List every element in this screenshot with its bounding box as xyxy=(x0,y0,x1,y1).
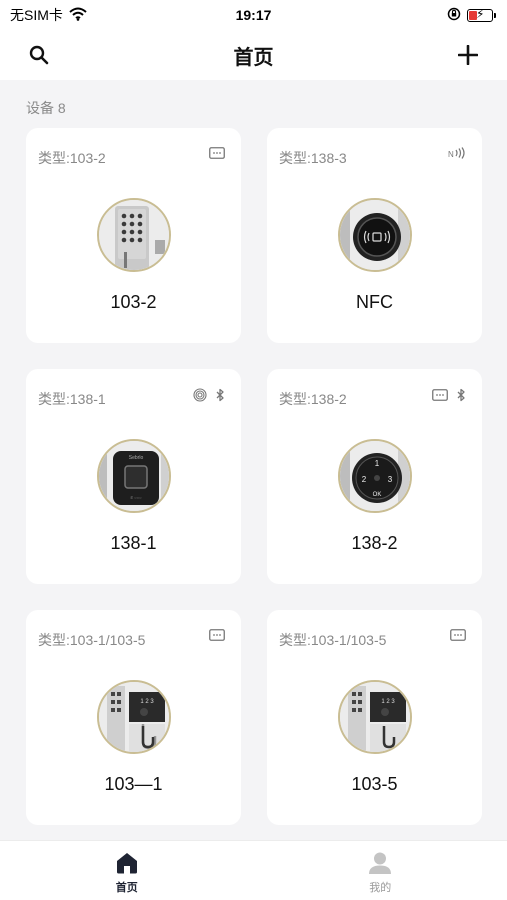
person-icon xyxy=(369,852,392,874)
add-device-button[interactable] xyxy=(451,38,485,72)
keypad-icon xyxy=(432,389,448,401)
bluetooth-icon xyxy=(216,388,224,402)
svg-text:Ë ○○○: Ë ○○○ xyxy=(130,495,142,500)
device-image-dial-lock: 1 2 3 OK xyxy=(338,439,412,513)
device-image-side-keypad-lock: 1 2 3 xyxy=(338,680,412,754)
svg-text:OK: OK xyxy=(373,492,382,498)
search-icon xyxy=(29,45,49,65)
device-image-fingerprint-lock: Sebrlo Ë ○○○ xyxy=(97,439,171,513)
svg-text:1: 1 xyxy=(375,459,380,468)
device-name: 103-2 xyxy=(110,292,157,312)
device-card[interactable]: 类型:138-2 1 2 3 OK 138-2 xyxy=(267,369,482,584)
device-capability-icons xyxy=(432,388,466,402)
device-card[interactable]: 类型:103-1/103-5 1 2 3 103-5 xyxy=(267,610,482,825)
status-bar: 无SIM卡 19:17 ⚡ xyxy=(0,0,507,30)
tab-bar: 首页 我的 xyxy=(0,840,507,900)
device-type: 类型:103-1/103-5 xyxy=(38,632,146,648)
device-card[interactable]: 类型:103-1/103-5 1 2 3 103—1 xyxy=(26,610,241,825)
svg-text:1 2 3: 1 2 3 xyxy=(381,699,395,705)
nfc-icon: N xyxy=(448,147,465,159)
device-grid: 类型:103-2 103-2 类型:138-3 N NFC 类型:138-1 S… xyxy=(26,128,482,825)
device-name: NFC xyxy=(356,292,393,312)
device-card[interactable]: 类型:138-1 Sebrlo Ë ○○○ 138-1 xyxy=(26,369,241,584)
status-right: ⚡ xyxy=(447,6,496,24)
device-type: 类型:138-2 xyxy=(279,391,347,407)
device-capability-icons: N xyxy=(448,147,466,159)
device-name: 138-1 xyxy=(110,533,157,553)
device-image-keypad-lock xyxy=(97,198,171,272)
status-left: 无SIM卡 xyxy=(10,5,87,25)
charging-bolt-icon: ⚡ xyxy=(476,6,485,21)
device-card[interactable]: 类型:138-3 N NFC xyxy=(267,128,482,343)
keypad-icon xyxy=(209,629,225,641)
battery-icon: ⚡ xyxy=(467,6,496,22)
keypad-icon xyxy=(450,629,466,641)
nav-bar: 首页 xyxy=(0,30,507,80)
device-type: 类型:103-1/103-5 xyxy=(279,632,387,648)
device-capability-icons xyxy=(209,629,225,641)
tab-home-label: 首页 xyxy=(115,882,138,894)
orientation-lock-icon xyxy=(447,7,461,24)
tab-mine-label: 我的 xyxy=(369,882,392,894)
tab-mine[interactable]: 我的 xyxy=(254,841,507,900)
home-icon xyxy=(116,853,137,874)
device-image-nfc-lock xyxy=(338,198,412,272)
svg-text:Sebrlo: Sebrlo xyxy=(129,455,144,461)
device-name: 138-2 xyxy=(351,533,398,553)
carrier-label: 无SIM卡 xyxy=(10,7,63,23)
device-type: 类型:138-3 xyxy=(279,150,347,166)
svg-text:3: 3 xyxy=(388,475,393,484)
device-name: 103—1 xyxy=(104,774,163,794)
svg-text:2: 2 xyxy=(362,475,367,484)
device-image-side-keypad-lock: 1 2 3 xyxy=(97,680,171,754)
device-count-label: 设备 8 xyxy=(26,100,66,116)
device-name: 103-5 xyxy=(351,774,398,794)
fingerprint-icon xyxy=(193,388,207,402)
search-button[interactable] xyxy=(22,38,56,72)
wifi-icon xyxy=(69,7,87,24)
keypad-icon xyxy=(209,147,225,159)
bluetooth-icon xyxy=(457,388,465,402)
device-capability-icons xyxy=(450,629,466,641)
tab-home[interactable]: 首页 xyxy=(0,841,254,900)
device-type: 类型:103-2 xyxy=(38,150,106,166)
svg-text:N: N xyxy=(448,150,454,159)
device-card[interactable]: 类型:103-2 103-2 xyxy=(26,128,241,343)
device-capability-icons xyxy=(209,147,225,159)
device-capability-icons xyxy=(193,388,225,402)
svg-text:1 2 3: 1 2 3 xyxy=(140,699,154,705)
page-title: 首页 xyxy=(233,46,274,69)
device-type: 类型:138-1 xyxy=(38,391,106,407)
plus-icon xyxy=(458,45,478,65)
